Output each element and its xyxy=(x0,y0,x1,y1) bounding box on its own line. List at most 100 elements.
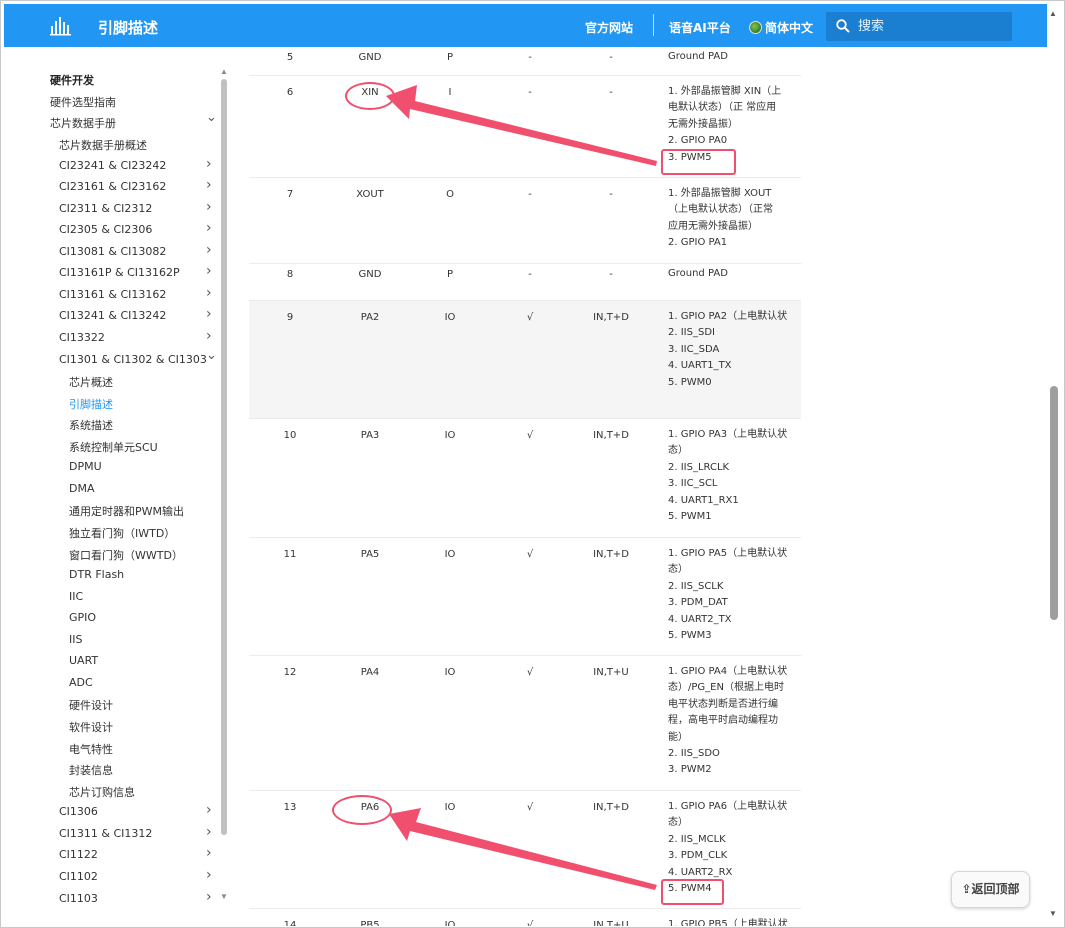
description-line: 4. UART1_RX1 xyxy=(668,494,739,506)
table-row: 11 PA5 IO √ IN,T+D 1. GPIO PA5（上电默认状 态） 2. IIS_… xyxy=(249,538,801,656)
description-line: Ground PAD xyxy=(668,268,728,279)
pin-name: PA5 xyxy=(360,549,380,560)
page-scroll-down-icon[interactable]: ▼ xyxy=(1049,909,1057,918)
header-title[interactable]: 引脚描述 xyxy=(98,17,158,38)
sidebar-item[interactable]: 芯片数据手册 xyxy=(50,115,116,131)
pin-5v-tolerant: √ xyxy=(526,802,534,813)
sidebar-item[interactable]: CI1102 xyxy=(59,870,98,883)
chevron-right-icon[interactable]: › xyxy=(206,263,212,279)
description-line: 电平状态判断是否进行编 xyxy=(668,698,778,710)
sidebar-item[interactable]: CI1103 xyxy=(59,892,98,905)
table-row: 7 XOUT O - - 1. 外部晶振管脚 XOUT （上电默认状态）（正常 应用无需外接晶… xyxy=(249,178,801,264)
pin-description: 1. GPIO PA5（上电默认状 态） 2. IIS_SCLK 3. PDM_DAT… xyxy=(668,546,792,644)
sidebar-item[interactable]: 窗口看门狗（WWTD） xyxy=(69,547,183,563)
nav-voice-ai-platform[interactable]: 语音AI平台 xyxy=(669,19,731,36)
description-line: 5. PWM3 xyxy=(668,630,712,642)
sidebar-item[interactable]: ADC xyxy=(69,676,93,689)
sidebar-item[interactable]: 软件设计 xyxy=(69,719,113,735)
chevron-right-icon[interactable]: › xyxy=(206,177,212,193)
sidebar-item[interactable]: CI13081 & CI13082 xyxy=(59,245,166,258)
chevron-right-icon[interactable]: › xyxy=(206,285,212,301)
sidebar-item[interactable]: CI2311 & CI2312 xyxy=(59,202,152,215)
chevron-down-icon[interactable]: ⌄ xyxy=(206,110,217,125)
sidebar-item[interactable]: 芯片概述 xyxy=(69,374,113,390)
pin-number: 5 xyxy=(286,52,294,63)
description-line: 2. IIS_LRCLK xyxy=(668,461,730,473)
chevron-right-icon[interactable]: › xyxy=(206,824,212,840)
chevron-right-icon[interactable]: › xyxy=(206,328,212,344)
sidebar-item[interactable]: CI1311 & CI1312 xyxy=(59,827,152,840)
language-selector[interactable]: 简体中文 xyxy=(765,19,813,36)
chevron-right-icon[interactable]: › xyxy=(206,802,212,818)
chevron-right-icon[interactable]: › xyxy=(206,306,212,322)
description-line: 电默认状态）（正 常应用 xyxy=(668,102,777,114)
pin-5v-tolerant: √ xyxy=(526,667,534,678)
chevron-right-icon[interactable]: › xyxy=(206,889,212,905)
sidebar-item[interactable]: 硬件开发 xyxy=(50,72,94,88)
sidebar-scroll-up-icon[interactable]: ▲ xyxy=(220,67,228,76)
table-row: 12 PA4 IO √ IN,T+U 1. GPIO PA4（上电默认状 态）/PG_EN（… xyxy=(249,656,801,791)
globe-icon[interactable] xyxy=(749,21,762,34)
chevron-right-icon[interactable]: › xyxy=(206,220,212,236)
sidebar-item[interactable]: CI13322 xyxy=(59,331,105,344)
description-line: 3. PDM_CLK xyxy=(668,850,728,862)
sidebar-item[interactable]: 独立看门狗（IWTD） xyxy=(69,525,175,541)
pin-number: 6 xyxy=(286,87,294,98)
sidebar-item[interactable]: CI2305 & CI2306 xyxy=(59,223,152,236)
chevron-down-icon[interactable]: ⌄ xyxy=(206,348,217,363)
chevron-right-icon[interactable]: › xyxy=(206,845,212,861)
pin-pull-state: IN,T+U xyxy=(593,667,629,678)
sidebar-item[interactable]: 引脚描述 xyxy=(69,396,113,412)
sidebar-item[interactable]: 芯片订购信息 xyxy=(69,784,135,800)
back-to-top-button[interactable]: ⇪返回顶部 xyxy=(951,871,1030,908)
page-scroll-up-icon[interactable]: ▲ xyxy=(1049,9,1057,18)
search-icon[interactable] xyxy=(836,19,850,33)
description-line: Ground PAD xyxy=(668,51,728,62)
search-input[interactable] xyxy=(858,12,1008,41)
sidebar-scrollbar[interactable] xyxy=(221,79,227,835)
sidebar-item[interactable]: CI1301 & CI1302 & CI1303 xyxy=(59,353,207,366)
nav-official-site[interactable]: 官方网站 xyxy=(585,19,633,36)
chevron-right-icon[interactable]: › xyxy=(206,867,212,883)
pin-description: Ground PAD xyxy=(668,49,792,65)
sidebar-scroll-down-icon[interactable]: ▼ xyxy=(220,892,228,901)
sidebar-item[interactable]: GPIO xyxy=(69,611,96,624)
chevron-right-icon[interactable]: › xyxy=(206,199,212,215)
description-line: 1. GPIO PB5（上电默认状 xyxy=(668,919,788,926)
annotation-box-pwm4 xyxy=(661,879,724,905)
pin-pull-state: - xyxy=(609,269,613,280)
sidebar-item[interactable]: 硬件设计 xyxy=(69,697,113,713)
pin-5v-tolerant: √ xyxy=(526,920,534,926)
sidebar-item[interactable]: CI1306 xyxy=(59,805,98,818)
pin-type: IO xyxy=(444,312,456,323)
sidebar-item[interactable]: CI23241 & CI23242 xyxy=(59,159,166,172)
sidebar-item[interactable]: CI13161P & CI13162P xyxy=(59,266,180,279)
page-scrollbar[interactable] xyxy=(1050,386,1058,620)
sidebar-item[interactable]: 电气特性 xyxy=(69,741,113,757)
search-box[interactable] xyxy=(826,12,1012,41)
logo-icon[interactable] xyxy=(50,16,72,36)
sidebar-item[interactable]: DMA xyxy=(69,482,95,495)
sidebar-item[interactable]: 封装信息 xyxy=(69,762,113,778)
sidebar-item[interactable]: CI13241 & CI13242 xyxy=(59,309,166,322)
description-line: 5. PWM0 xyxy=(668,376,712,388)
pin-5v-tolerant: - xyxy=(528,87,532,98)
table-row: 14 PB5 IO √ IN,T+U 1. GPIO PB5（上电默认状 xyxy=(249,909,801,926)
sidebar-item[interactable]: DTR Flash xyxy=(69,568,124,581)
sidebar-item[interactable]: 硬件选型指南 xyxy=(50,94,116,110)
sidebar-item[interactable]: 芯片数据手册概述 xyxy=(59,137,147,153)
sidebar-item[interactable]: 系统控制单元SCU xyxy=(69,439,158,455)
chevron-right-icon[interactable]: › xyxy=(206,156,212,172)
sidebar-item[interactable]: DPMU xyxy=(69,460,102,473)
sidebar-item[interactable]: UART xyxy=(69,654,98,667)
sidebar-item[interactable]: CI13161 & CI13162 xyxy=(59,288,166,301)
sidebar-item[interactable]: 系统描述 xyxy=(69,417,113,433)
sidebar-item[interactable]: CI23161 & CI23162 xyxy=(59,180,166,193)
sidebar-item[interactable]: CI1122 xyxy=(59,848,98,861)
sidebar-item[interactable]: IIC xyxy=(69,590,83,603)
sidebar-item[interactable]: IIS xyxy=(69,633,82,646)
chevron-right-icon[interactable]: › xyxy=(206,242,212,258)
sidebar-item[interactable]: 通用定时器和PWM输出 xyxy=(69,503,184,519)
table-row: 5 GND P - - Ground PAD xyxy=(249,47,801,76)
pin-number: 11 xyxy=(283,549,297,560)
